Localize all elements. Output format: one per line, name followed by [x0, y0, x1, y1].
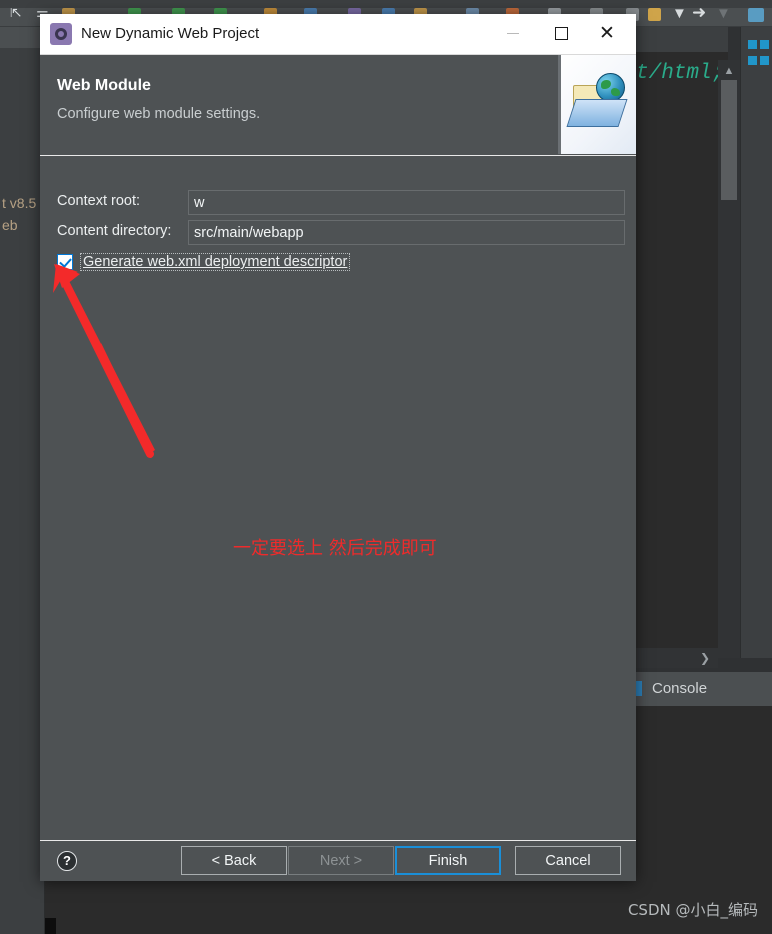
finish-button[interactable]: Finish [395, 846, 501, 875]
outline-node-icon [748, 56, 757, 65]
chevron-down-icon-disabled: ▼ [716, 5, 731, 22]
ide-bottom-area [44, 872, 630, 934]
dialog-titlebar[interactable]: New Dynamic Web Project ✕ [40, 14, 636, 55]
folder-front-shape [566, 99, 628, 127]
outline-node-icon [748, 40, 757, 49]
ide-outline-panel[interactable] [740, 26, 772, 658]
generate-webxml-checkbox-row[interactable]: Generate web.xml deployment descriptor [57, 253, 351, 271]
help-icon[interactable]: ? [57, 851, 77, 871]
outline-node-icon [760, 40, 769, 49]
content-directory-input[interactable] [188, 220, 625, 245]
chevron-down-icon[interactable]: ▼ [672, 6, 687, 21]
editor-horizontal-scrollbar[interactable]: ❯ [630, 648, 718, 668]
ide-title-strip [0, 0, 772, 8]
annotation-text: 一定要选上 然后完成即可 [233, 538, 437, 559]
page-title: Web Module [57, 77, 151, 94]
close-icon: ✕ [599, 22, 615, 44]
dialog-footer: ? < Back Next > Finish Cancel [40, 840, 636, 881]
content-directory-row: Content directory: [40, 220, 636, 246]
back-button[interactable]: < Back [181, 846, 287, 875]
toolbar-icon-external-tools[interactable] [748, 8, 764, 22]
gear-icon [50, 23, 72, 45]
editor-vertical-scrollbar-thumb[interactable] [721, 80, 737, 200]
dialog-body: Context root: Content directory: Generat… [40, 156, 636, 840]
page-subtitle: Configure web module settings. [57, 106, 261, 122]
context-root-input[interactable] [188, 190, 625, 215]
minimize-button[interactable] [490, 14, 536, 53]
toolbar-icon-folder[interactable] [648, 8, 661, 21]
scroll-up-icon[interactable]: ▲ [718, 60, 740, 82]
cancel-button[interactable]: Cancel [515, 846, 621, 875]
content-directory-label: Content directory: [57, 223, 172, 239]
generate-webxml-label[interactable]: Generate web.xml deployment descriptor [80, 253, 351, 271]
dialog-header: Web Module Configure web module settings… [40, 55, 636, 156]
csdn-watermark: CSDN @小白_编码 [627, 901, 758, 919]
context-root-row: Context root: [40, 190, 636, 216]
new-dynamic-web-project-dialog: New Dynamic Web Project ✕ Web Module Con… [40, 14, 636, 881]
ide-left-panel-tabstrip[interactable] [0, 26, 44, 48]
folder-globe-icon [558, 55, 636, 154]
console-icon [636, 681, 642, 696]
maximize-icon [554, 27, 568, 40]
maximize-button[interactable] [538, 14, 584, 53]
globe-land-shape [611, 88, 620, 96]
globe-shape [596, 73, 625, 102]
checkbox-checked-icon[interactable] [57, 254, 73, 270]
outline-node-icon [760, 56, 769, 65]
minimize-icon [507, 33, 519, 34]
dialog-title: New Dynamic Web Project [81, 25, 260, 42]
context-root-label: Context root: [57, 193, 141, 209]
close-button[interactable]: ✕ [584, 14, 630, 53]
ide-left-panel[interactable] [0, 26, 45, 934]
globe-land-shape [601, 80, 611, 89]
editor-code-text: t/html; [636, 62, 725, 85]
left-panel-text-server: t v8.5 [2, 195, 37, 211]
left-panel-text-web: eb [2, 217, 18, 233]
next-button: Next > [288, 846, 394, 875]
console-tab-label[interactable]: Console [652, 680, 707, 697]
